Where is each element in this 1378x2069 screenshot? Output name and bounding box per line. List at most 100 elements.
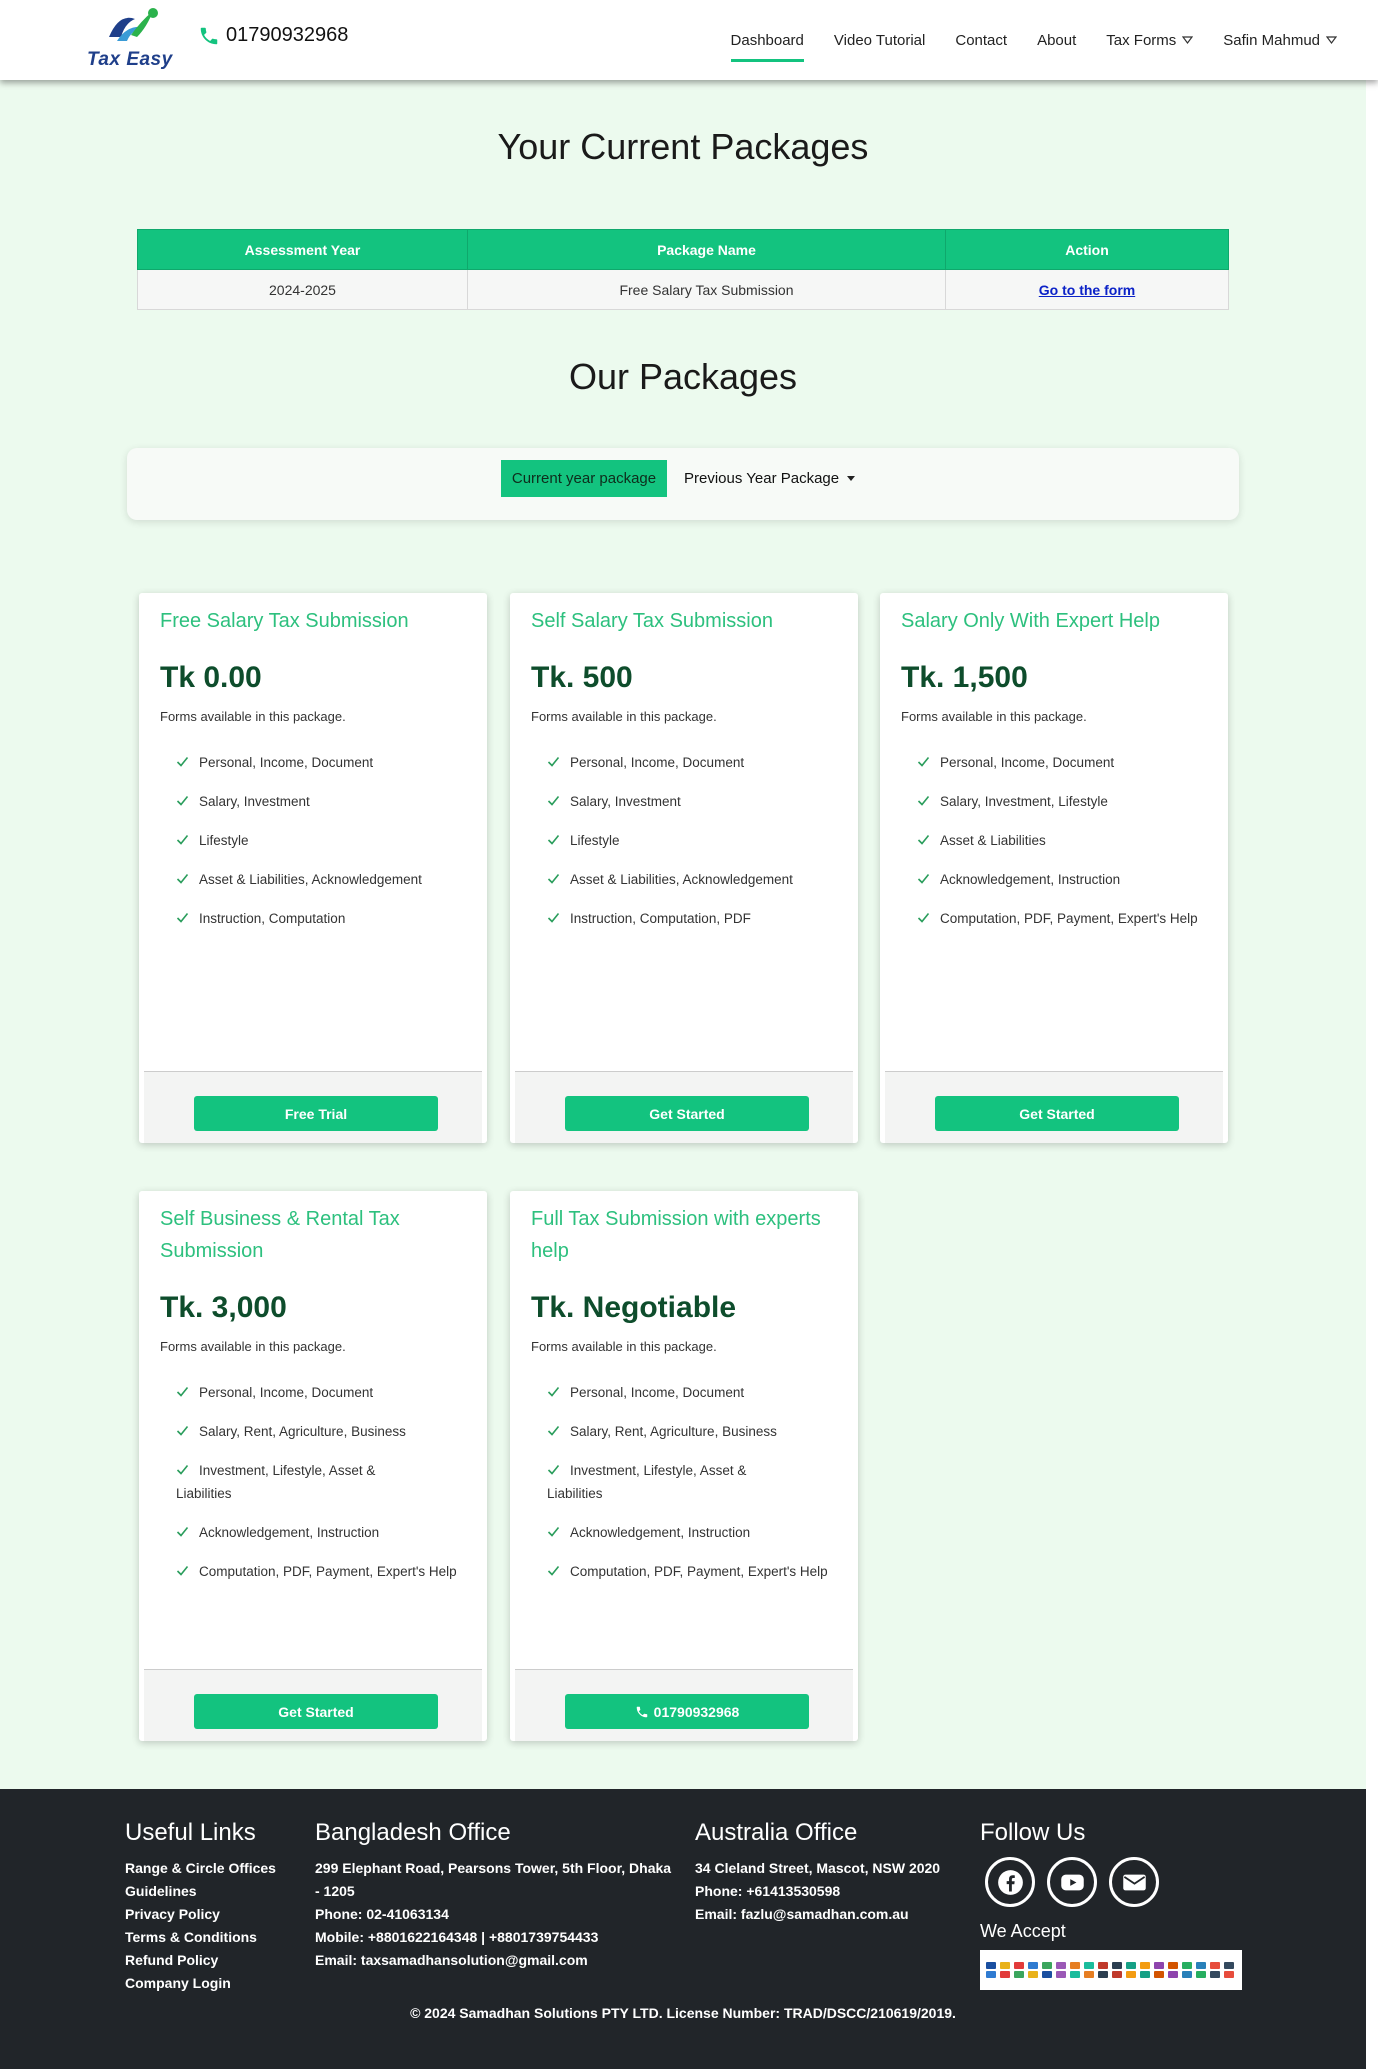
list-item: Personal, Income, Document: [531, 1381, 840, 1404]
list-item: Personal, Income, Document: [160, 1381, 469, 1404]
feature-text: Personal, Income, Document: [199, 755, 374, 770]
nav-dashboard[interactable]: Dashboard: [716, 0, 819, 80]
check-icon: [917, 912, 930, 923]
check-icon: [176, 795, 189, 806]
youtube-button[interactable]: [1047, 1857, 1097, 1907]
footer-link-terms[interactable]: Terms & Conditions: [125, 1926, 305, 1949]
card-subtitle: Forms available in this package.: [531, 709, 717, 724]
youtube-icon: [1060, 1874, 1084, 1890]
nav-video-tutorial[interactable]: Video Tutorial: [819, 0, 940, 80]
cell-year: 2024-2025: [137, 269, 468, 310]
card-title: Salary Only With Expert Help: [901, 610, 1160, 632]
package-card-full-tax: Full Tax Submission with experts help Tk…: [510, 1191, 858, 1741]
check-icon: [547, 795, 560, 806]
nav-dashboard-label: Dashboard: [730, 31, 804, 49]
check-icon: [547, 1526, 560, 1537]
feature-text: Investment, Lifestyle, Asset & Liabiliti…: [547, 1463, 747, 1501]
bd-office-title: Bangladesh Office: [315, 1819, 511, 1846]
nav-user-dropdown[interactable]: Safin Mahmud: [1208, 0, 1352, 80]
list-item: Computation, PDF, Payment, Expert's Help: [901, 907, 1210, 930]
card-features: Personal, Income, Document Salary, Inves…: [901, 751, 1210, 946]
email-button[interactable]: [1109, 1857, 1159, 1907]
facebook-button[interactable]: [985, 1857, 1035, 1907]
facebook-icon: [997, 1869, 1023, 1895]
feature-text: Instruction, Computation: [199, 911, 346, 926]
check-icon: [176, 1425, 189, 1436]
nav-tax-forms-dropdown[interactable]: Tax Forms: [1091, 0, 1208, 80]
au-office-title: Australia Office: [695, 1819, 858, 1846]
current-year-package-button[interactable]: Current year package: [501, 460, 667, 497]
feature-text: Acknowledgement, Instruction: [570, 1525, 751, 1540]
check-icon: [547, 834, 560, 845]
package-card-business-rental: Self Business & Rental Tax Submission Tk…: [139, 1191, 487, 1741]
feature-text: Personal, Income, Document: [199, 1385, 374, 1400]
card-subtitle: Forms available in this package.: [531, 1339, 717, 1354]
page-edge: [1366, 0, 1378, 2069]
list-item: Personal, Income, Document: [160, 751, 469, 774]
feature-text: Personal, Income, Document: [940, 755, 1115, 770]
feature-text: Salary, Investment, Lifestyle: [940, 794, 1108, 809]
table-row: 2024-2025 Free Salary Tax Submission Go …: [137, 269, 1229, 310]
card-features: Personal, Income, Document Salary, Rent,…: [160, 1381, 469, 1599]
card-subtitle: Forms available in this package.: [901, 709, 1087, 724]
get-started-button[interactable]: Get Started: [194, 1694, 438, 1729]
list-item: Salary, Rent, Agriculture, Business: [160, 1420, 469, 1443]
nav-about[interactable]: About: [1022, 0, 1091, 80]
feature-text: Acknowledgement, Instruction: [199, 1525, 380, 1540]
feature-text: Computation, PDF, Payment, Expert's Help: [940, 911, 1198, 926]
get-started-button[interactable]: Get Started: [565, 1096, 809, 1131]
nav-contact[interactable]: Contact: [940, 0, 1022, 80]
card-price: Tk. 3,000: [160, 1291, 287, 1324]
feature-text: Instruction, Computation, PDF: [570, 911, 751, 926]
call-phone-button[interactable]: 01790932968: [565, 1694, 809, 1729]
card-footer: Get Started: [885, 1071, 1223, 1143]
check-icon: [176, 1565, 189, 1576]
list-item: Asset & Liabilities, Acknowledgement: [531, 868, 840, 891]
get-started-button[interactable]: Get Started: [935, 1096, 1179, 1131]
cell-package: Free Salary Tax Submission: [467, 269, 946, 310]
list-item: Lifestyle: [160, 829, 469, 852]
au-address: 34 Cleland Street, Mascot, NSW 2020: [695, 1860, 941, 1876]
nav-video-tutorial-label: Video Tutorial: [833, 31, 926, 49]
list-item: Acknowledgement, Instruction: [160, 1521, 469, 1544]
footer-link-range-circle[interactable]: Range & Circle Offices: [125, 1857, 305, 1880]
card-subtitle: Forms available in this package.: [160, 709, 346, 724]
card-subtitle: Forms available in this package.: [160, 1339, 346, 1354]
footer-link-guidelines[interactable]: Guidelines: [125, 1880, 305, 1903]
list-item: Acknowledgement, Instruction: [531, 1521, 840, 1544]
feature-text: Personal, Income, Document: [570, 755, 745, 770]
card-title: Full Tax Submission with experts help: [531, 1208, 821, 1262]
list-item: Computation, PDF, Payment, Expert's Help: [160, 1560, 469, 1583]
logo-mark-icon: [109, 8, 158, 41]
feature-text: Lifestyle: [199, 833, 249, 848]
free-trial-button[interactable]: Free Trial: [194, 1096, 438, 1131]
card-footer: 01790932968: [515, 1669, 853, 1741]
feature-text: Asset & Liabilities, Acknowledgement: [570, 872, 793, 887]
payment-methods-image: [980, 1950, 1242, 1990]
header-package-name: Package Name: [467, 229, 946, 270]
go-to-form-link[interactable]: Go to the form: [1039, 282, 1135, 298]
footer-link-privacy[interactable]: Privacy Policy: [125, 1903, 305, 1926]
cell-action: Go to the form: [945, 269, 1229, 310]
logo[interactable]: Tax Easy: [87, 7, 179, 73]
check-icon: [917, 873, 930, 884]
previous-year-package-dropdown[interactable]: Previous Year Package: [684, 460, 856, 497]
header-assessment-year: Assessment Year: [137, 229, 468, 270]
package-toggle-card: Current year package Previous Year Packa…: [127, 448, 1239, 520]
card-features: Personal, Income, Document Salary, Inves…: [160, 751, 469, 946]
call-phone-label: 01790932968: [653, 1703, 740, 1720]
nav-links: Dashboard Video Tutorial Contact About T…: [716, 0, 1352, 80]
phone-icon: [636, 1706, 647, 1717]
nav-phone[interactable]: 01790932968: [198, 24, 348, 47]
phone-icon: [200, 27, 218, 44]
check-icon: [176, 873, 189, 884]
check-icon: [547, 1425, 560, 1436]
chevron-down-icon: [1182, 36, 1194, 44]
list-item: Salary, Rent, Agriculture, Business: [531, 1420, 840, 1443]
footer-link-company-login[interactable]: Company Login: [125, 1972, 305, 1995]
chevron-down-icon: [1326, 36, 1337, 44]
card-price: Tk. 500: [531, 661, 633, 694]
card-price: Tk. Negotiable: [531, 1291, 737, 1324]
footer-link-refund[interactable]: Refund Policy: [125, 1949, 305, 1972]
list-item: Salary, Investment, Lifestyle: [901, 790, 1210, 813]
